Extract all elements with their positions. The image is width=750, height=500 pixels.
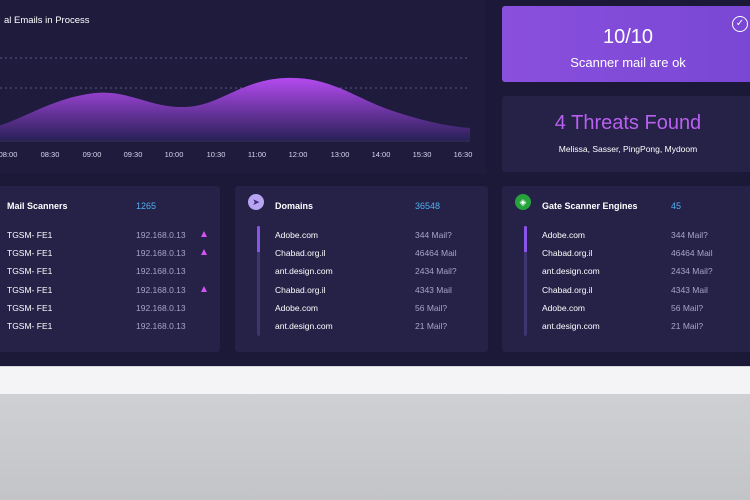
gate-scanner-panel: ◈ Gate Scanner Engines 45 Adobe.com 344 …: [502, 186, 750, 352]
x-tick-label: 13:00: [330, 150, 350, 159]
x-tick-label: 12:00: [288, 150, 308, 159]
x-tick-label: 09:00: [82, 150, 102, 159]
panel-count: 45: [671, 201, 682, 211]
scroll-track[interactable]: [257, 226, 260, 336]
engine-domain[interactable]: ant.design.com: [542, 321, 600, 331]
x-tick-label: 10:30: [206, 150, 226, 159]
scanner-name[interactable]: TGSM- FE1: [7, 266, 52, 276]
threats-title: 4 Threats Found: [554, 112, 702, 134]
scanner-name[interactable]: TGSM- FE1: [7, 303, 52, 313]
engine-mail-count: 4343 Mail: [671, 285, 708, 295]
scanner-score-card[interactable]: 10/10 Scanner mail are ok ✓: [502, 6, 750, 82]
engine-mail-count: 46464 Mail: [671, 248, 713, 258]
domain-mail-count: 21 Mail?: [415, 321, 448, 331]
x-tick-label: 08:00: [0, 150, 18, 159]
send-icon: ➤: [248, 194, 264, 210]
engine-domain[interactable]: ant.design.com: [542, 266, 600, 276]
engine-domain[interactable]: Chabad.org.il: [542, 285, 593, 295]
panel-count: 36548: [415, 201, 441, 211]
scanner-ip: 192.168.0.13: [136, 266, 186, 276]
scanner-name[interactable]: TGSM- FE1: [7, 321, 52, 331]
domain-mail-count: 2434 Mail?: [415, 266, 457, 276]
mail-scanners-panel: Mail Scanners 1265 TGSM- FE1 192.168.0.1…: [0, 186, 220, 352]
engine-mail-count: 344 Mail?: [671, 230, 708, 240]
panel-count: 1265: [136, 201, 157, 211]
domain-name[interactable]: Adobe.com: [275, 303, 318, 313]
warning-icon[interactable]: [201, 231, 207, 237]
domains-panel: ➤ Domains 36548 Adobe.com 344 Mail? Chab…: [235, 186, 488, 352]
panel-title: Domains: [275, 201, 314, 211]
scroll-thumb[interactable]: [257, 226, 260, 252]
domain-name[interactable]: ant.design.com: [275, 321, 333, 331]
score-value: 10/10: [602, 26, 654, 48]
engine-mail-count: 56 Mail?: [671, 303, 704, 313]
scanner-ip: 192.168.0.13: [136, 285, 186, 295]
domain-mail-count: 344 Mail?: [415, 230, 452, 240]
domain-name[interactable]: Adobe.com: [275, 230, 318, 240]
scanner-ip: 192.168.0.13: [136, 303, 186, 313]
scanner-ip: 192.168.0.13: [136, 230, 186, 240]
engine-mail-count: 21 Mail?: [671, 321, 704, 331]
score-caption: Scanner mail are ok: [570, 55, 686, 70]
threat-names: Melissa, Sasser, PingPong, Mydoom: [558, 144, 698, 154]
emails-chart-card: al Emails in Process 08:00 08:30 09:00 0…: [0, 0, 486, 174]
engine-domain[interactable]: Adobe.com: [542, 303, 585, 313]
engine-domain[interactable]: Adobe.com: [542, 230, 585, 240]
scanner-name[interactable]: TGSM- FE1: [7, 248, 52, 258]
check-circle-icon: ✓: [732, 16, 748, 32]
scanner-ip: 192.168.0.13: [136, 248, 186, 258]
x-tick-label: 09:30: [123, 150, 143, 159]
chart-title: al Emails in Process: [4, 15, 90, 26]
panel-title: Gate Scanner Engines: [542, 201, 638, 211]
domain-mail-count: 4343 Mail: [415, 285, 452, 295]
domain-name[interactable]: Chabad.org.il: [275, 248, 326, 258]
dashboard-screen: al Emails in Process 08:00 08:30 09:00 0…: [0, 0, 750, 366]
scanner-name[interactable]: TGSM- FE1: [7, 230, 52, 240]
warning-icon[interactable]: [201, 286, 207, 292]
domain-mail-count: 56 Mail?: [415, 303, 448, 313]
domain-name[interactable]: Chabad.org.il: [275, 285, 326, 295]
threats-card[interactable]: 4 Threats Found Melissa, Sasser, PingPon…: [502, 96, 750, 172]
x-tick-label: 14:00: [371, 150, 391, 159]
domain-mail-count: 46464 Mail: [415, 248, 457, 258]
scroll-thumb[interactable]: [524, 226, 527, 252]
scanner-name[interactable]: TGSM- FE1: [7, 285, 52, 295]
scanner-ip: 192.168.0.13: [136, 321, 186, 331]
monitor-bezel: [0, 366, 750, 394]
panel-title: Mail Scanners: [7, 201, 68, 211]
domain-name[interactable]: ant.design.com: [275, 266, 333, 276]
emails-area-chart: [0, 57, 470, 142]
x-tick-label: 16:30: [453, 150, 473, 159]
x-tick-label: 15:30: [412, 150, 432, 159]
desk-background: [0, 394, 750, 500]
area-series: [0, 77, 470, 140]
shield-icon: ◈: [515, 194, 531, 210]
engine-domain[interactable]: Chabad.org.il: [542, 248, 593, 258]
scroll-track[interactable]: [524, 226, 527, 336]
x-tick-label: 11:00: [247, 150, 267, 159]
x-tick-label: 10:00: [164, 150, 184, 159]
x-tick-label: 08:30: [40, 150, 60, 159]
warning-icon[interactable]: [201, 249, 207, 255]
engine-mail-count: 2434 Mail?: [671, 266, 713, 276]
